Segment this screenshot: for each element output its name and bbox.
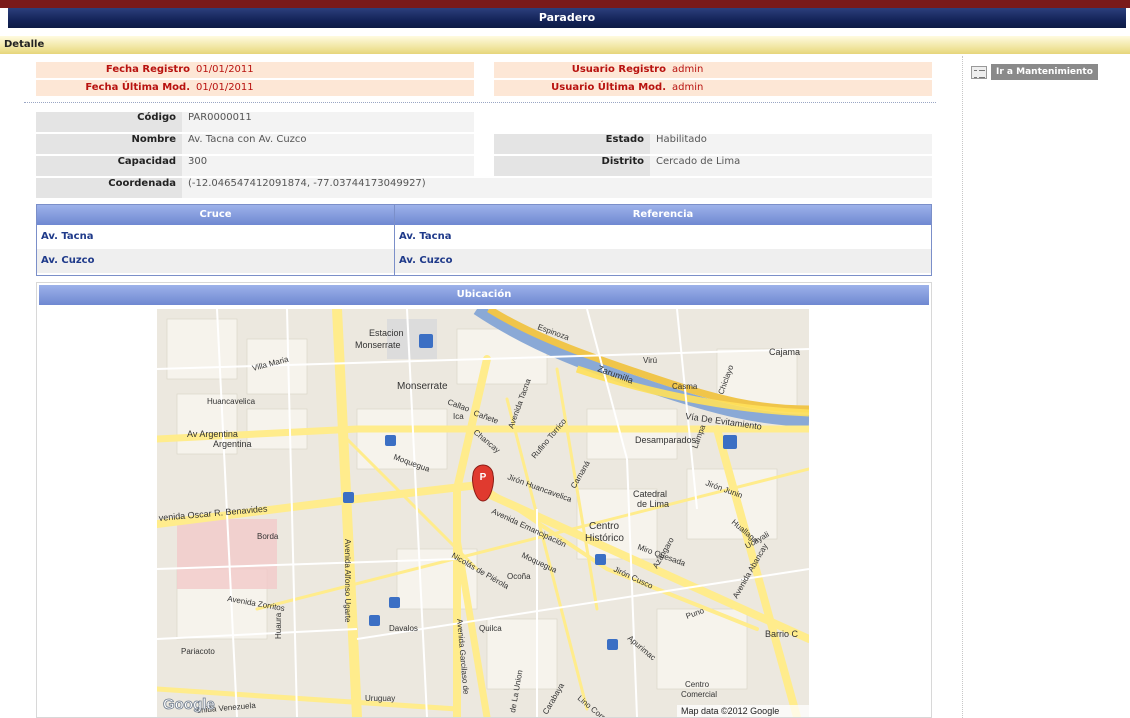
table-cell: Av. Cuzco — [37, 249, 394, 273]
map-label: Pariacoto — [181, 647, 215, 656]
fecha-ultima-mod-value: 01/01/2011 — [196, 82, 254, 93]
location-panel: Ubicación P Estacion Monserrate Monserra… — [36, 282, 932, 718]
map-label: Virú — [643, 356, 657, 365]
map-label: de Lima — [637, 499, 669, 509]
map-label: Av Argentina — [187, 429, 238, 439]
map-label: Argentina — [213, 439, 252, 449]
usuario-registro-value: admin — [672, 64, 704, 75]
svg-text:P: P — [480, 472, 487, 483]
map-label: Barrio C — [765, 629, 799, 639]
map-label: Cajama — [769, 347, 800, 357]
codigo-label: Código — [36, 112, 182, 132]
maintenance-button[interactable]: Ir a Mantenimiento — [971, 64, 1098, 80]
map-label: Huaura — [274, 612, 283, 639]
map-label: Ica — [453, 412, 464, 421]
section-title: Detalle — [0, 36, 1130, 54]
table-cell: Av. Cuzco — [395, 249, 931, 273]
map-label: Davalos — [389, 624, 418, 633]
list-icon — [971, 65, 987, 79]
map-label: Histórico — [585, 533, 624, 544]
coordenada-value: (-12.046547412091874, -77.03744173049927… — [182, 178, 932, 198]
map-label: Comercial — [681, 690, 717, 699]
google-logo: Google — [163, 696, 215, 713]
table-cell: Av. Tacna — [399, 231, 452, 242]
nombre-value: Av. Tacna con Av. Cuzco — [182, 134, 474, 154]
map-label: Avenida Alfonso Ugarte — [343, 539, 352, 623]
table-cell: Av. Tacna — [41, 231, 94, 242]
map-label: Casma — [672, 382, 698, 391]
map-label: Quilca — [479, 624, 502, 633]
distrito-label: Distrito — [494, 156, 650, 176]
cruce-header: Cruce — [37, 205, 394, 225]
map-label: Borda — [257, 532, 279, 541]
referencia-header: Referencia — [395, 205, 931, 225]
usuario-ultima-mod-label: Usuario Última Mod. — [551, 82, 666, 93]
maintenance-button-label: Ir a Mantenimiento — [991, 64, 1098, 80]
map-label: Monserrate — [397, 381, 448, 392]
audit-box: Fecha Registro 01/01/2011 Fecha Última Mo… — [36, 62, 932, 98]
cruce-table: Cruce Referencia Av. Tacna Av. Tacna Av.… — [36, 204, 932, 276]
side-panel: Ir a Mantenimiento — [962, 56, 1130, 718]
location-header: Ubicación — [39, 285, 929, 305]
fecha-registro-label: Fecha Registro — [105, 64, 190, 75]
nombre-label: Nombre — [36, 134, 182, 154]
column-divider — [394, 205, 395, 275]
map-label: Estacion — [369, 328, 404, 338]
map-attribution: Map data ©2012 Google — [681, 706, 779, 716]
fecha-ultima-mod-label: Fecha Última Mod. — [85, 82, 190, 93]
coordenada-label: Coordenada — [36, 178, 182, 198]
map-label: Catedral — [633, 489, 667, 499]
estado-label: Estado — [494, 134, 650, 154]
divider — [24, 102, 936, 103]
map-label: Uruguay — [365, 694, 395, 703]
map-label: Centro — [589, 521, 619, 532]
detail-panel: Fecha Registro 01/01/2011 Fecha Última Mo… — [24, 58, 936, 718]
distrito-value: Cercado de Lima — [650, 156, 932, 176]
estado-value: Habilitado — [650, 134, 932, 154]
top-strip — [0, 0, 1130, 8]
fecha-registro-value: 01/01/2011 — [196, 64, 254, 75]
usuario-ultima-mod-value: admin — [672, 82, 704, 93]
map-label: Ocoña — [507, 572, 531, 581]
page-title: Paradero — [8, 8, 1126, 28]
map-label: Monserrate — [355, 340, 401, 350]
capacidad-label: Capacidad — [36, 156, 182, 176]
capacidad-value: 300 — [182, 156, 474, 176]
codigo-value: PAR0000011 — [182, 112, 474, 132]
map-label: Desamparados — [635, 435, 697, 445]
map-label: Centro — [685, 680, 710, 689]
map-label: Huancavelica — [207, 397, 256, 406]
usuario-registro-label: Usuario Registro — [571, 64, 666, 75]
map[interactable]: P Estacion Monserrate Monserrate Desampa… — [157, 309, 809, 717]
